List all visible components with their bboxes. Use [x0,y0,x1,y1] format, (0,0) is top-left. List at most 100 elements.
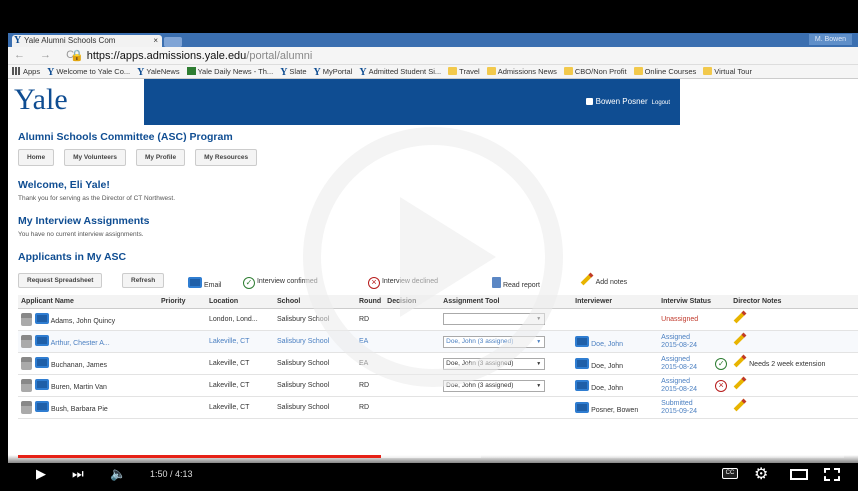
yale-logo[interactable]: Yale [14,83,68,117]
col-school[interactable]: School [274,295,356,309]
legend-confirmed-label: Interview confirmed [256,278,318,285]
person-icon[interactable] [21,357,32,370]
address-bar: ← → C 🔒 https://apps.admissions.yale.edu/… [8,47,858,65]
settings-gear-icon[interactable]: ⚙ [754,464,768,484]
yale-icon: Y [280,67,288,78]
bookmark-item[interactable]: Y Welcome to Yale Co... [47,65,131,78]
play-control-icon[interactable]: ▶ [36,466,46,482]
pencil-icon[interactable] [733,376,747,390]
email-icon[interactable] [35,379,49,390]
col-interview-status[interactable]: Interviw Status [658,295,731,309]
yale-icon: Y [359,67,367,78]
yale-icon: Y [313,67,321,78]
fullscreen-icon[interactable] [824,468,840,481]
applicant-name[interactable]: Adams, John Quincy [51,318,116,325]
pencil-icon[interactable] [733,310,747,324]
col-priority[interactable]: Priority [158,295,206,309]
location: Lakeville, CT [206,330,274,353]
bookmark-item[interactable]: Virtual Tour [703,65,752,78]
progress-bar[interactable] [18,455,844,458]
school: Salisbury School [274,308,356,331]
person-icon[interactable] [21,379,32,392]
col-applicant-name[interactable]: Applicant Name [18,295,158,309]
assignment-select[interactable]: Doe, John (3 assigned) [443,335,546,348]
email-icon[interactable] [575,335,590,347]
bookmark-item[interactable]: Admissions News [486,65,557,78]
bookmark-item[interactable]: Y Admitted Student Si... [359,65,441,78]
browser-window: Y Yale Alumni Schools Com × M. Bowen ← →… [8,33,858,463]
col-location[interactable]: Location [206,295,274,309]
folder-icon [703,67,713,75]
refresh-button[interactable]: Refresh [122,273,165,288]
bookmark-item[interactable]: Y MyPortal [313,65,353,78]
col-interviewer[interactable]: Interviewer [572,295,659,309]
next-icon[interactable]: ⏭ [72,466,84,482]
legend-report-label: Read report [502,282,540,289]
person-icon[interactable] [21,313,32,326]
bookmark-item[interactable]: Apps [12,65,40,78]
col-director-notes[interactable]: Director Notes [730,295,858,309]
email-icon[interactable] [35,335,49,346]
person-icon[interactable] [21,401,32,414]
email-icon[interactable] [35,401,49,412]
pencil-icon[interactable] [733,354,747,368]
tab-close-icon[interactable]: × [153,35,158,47]
email-icon[interactable] [575,401,590,413]
col-decision[interactable]: Decision [384,295,441,309]
location: London, Lond... [206,308,274,331]
applicant-name[interactable]: Buchanan, James [51,362,107,369]
captions-button[interactable]: CC [722,468,738,479]
user-name: Bowen Posner [595,97,648,106]
tab-bar: Y Yale Alumni Schools Com × M. Bowen [8,33,858,47]
logout-link[interactable]: Logout [652,100,670,106]
folder-icon [633,67,643,75]
bookmark-item[interactable]: Y Slate [280,65,307,78]
assignment-select[interactable]: Doe, John (3 assigned) [443,379,546,392]
bookmark-label: Slate [289,67,307,76]
school: Salisbury School [274,352,356,375]
browser-tab[interactable]: Y Yale Alumni Schools Com × [12,35,162,47]
url-field[interactable]: 🔒 https://apps.admissions.yale.edu/portal… [70,49,312,62]
table-row: Buren, Martin Van Lakeville, CT Salisbur… [18,374,858,397]
email-icon[interactable] [35,357,49,368]
home-button[interactable]: Home [18,149,55,166]
interview-status-date: 2015-09-24 [661,407,697,415]
location: Lakeville, CT [206,396,274,419]
applicant-name[interactable]: Buren, Martin Van [51,384,107,391]
round: RD [356,308,385,331]
email-icon[interactable] [35,313,49,324]
request-spreadsheet-button[interactable]: Request Spreadsheet [18,273,103,288]
bookmark-item[interactable]: Online Courses [633,65,697,78]
volume-icon[interactable]: 🔈 [110,466,126,482]
bookmark-item[interactable]: CBO/Non Profit [563,65,627,78]
email-icon[interactable] [575,379,590,391]
my-profile-button[interactable]: My Profile [136,149,186,166]
pencil-icon[interactable] [733,398,747,412]
email-icon[interactable] [575,357,590,369]
round: RD [356,374,385,397]
time-display: 1:50 / 4:13 [150,469,193,479]
profile-chip[interactable]: M. Bowen [808,34,852,45]
theater-mode-icon[interactable] [790,469,808,480]
my-volunteers-button[interactable]: My Volunteers [64,149,127,166]
applicant-name[interactable]: Bush, Barbara Pie [51,406,108,413]
main-content: Alumni Schools Committee (ASC) Program H… [18,131,858,419]
person-icon[interactable] [21,335,32,348]
site-header: Yale Bowen Posner Logout [8,79,858,125]
bookmark-label: Welcome to Yale Co... [56,67,131,76]
bookmark-label: Yale Daily News - Th... [197,67,274,76]
interview-status: Unassigned [661,316,699,323]
legend-notes-label: Add notes [595,279,628,286]
col-round[interactable]: Round [356,295,385,309]
bookmark-item[interactable]: Y YaleNews [137,65,179,78]
assignment-select[interactable] [443,312,546,325]
new-tab-button[interactable] [164,37,182,47]
col-assignment-tool[interactable]: Assignment Tool [440,295,573,309]
applicant-name[interactable]: Arthur, Chester A... [51,340,110,347]
bookmark-item[interactable]: Yale Daily News - Th... [186,65,274,78]
bookmark-item[interactable]: Travel [448,65,480,78]
pencil-icon[interactable] [733,332,747,346]
bookmark-label: Online Courses [644,67,697,76]
assignment-select[interactable]: Doe, John (3 assigned) [443,357,546,370]
my-resources-button[interactable]: My Resources [195,149,258,166]
